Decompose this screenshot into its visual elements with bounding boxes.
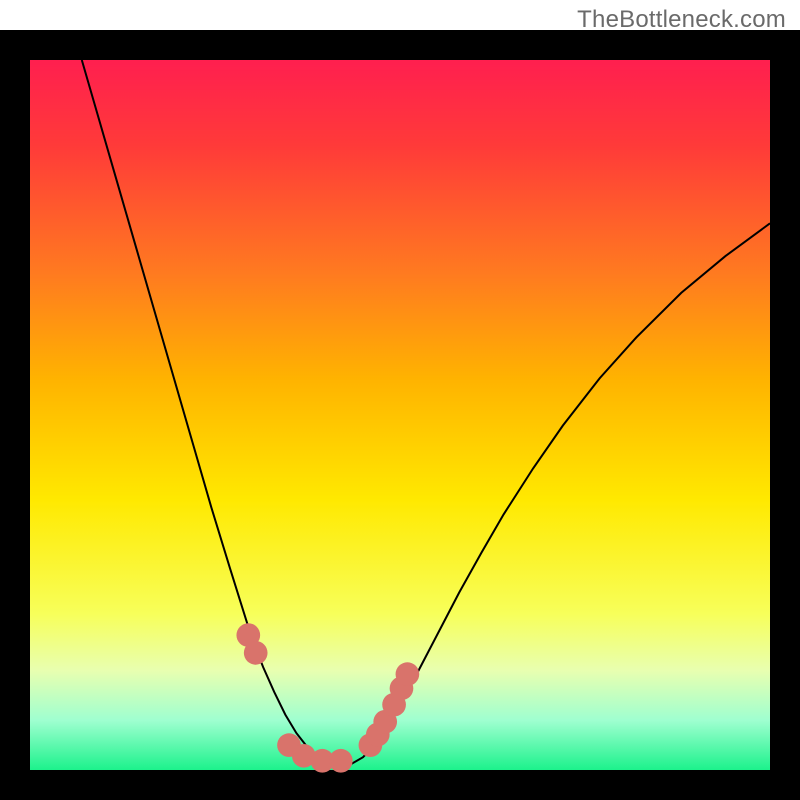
curve-marker <box>244 641 268 665</box>
watermark-text: TheBottleneck.com <box>577 6 786 34</box>
chart-container: TheBottleneck.com <box>0 0 800 800</box>
curve-marker <box>329 749 353 773</box>
curve-marker <box>396 662 420 686</box>
bottleneck-chart <box>0 0 800 800</box>
